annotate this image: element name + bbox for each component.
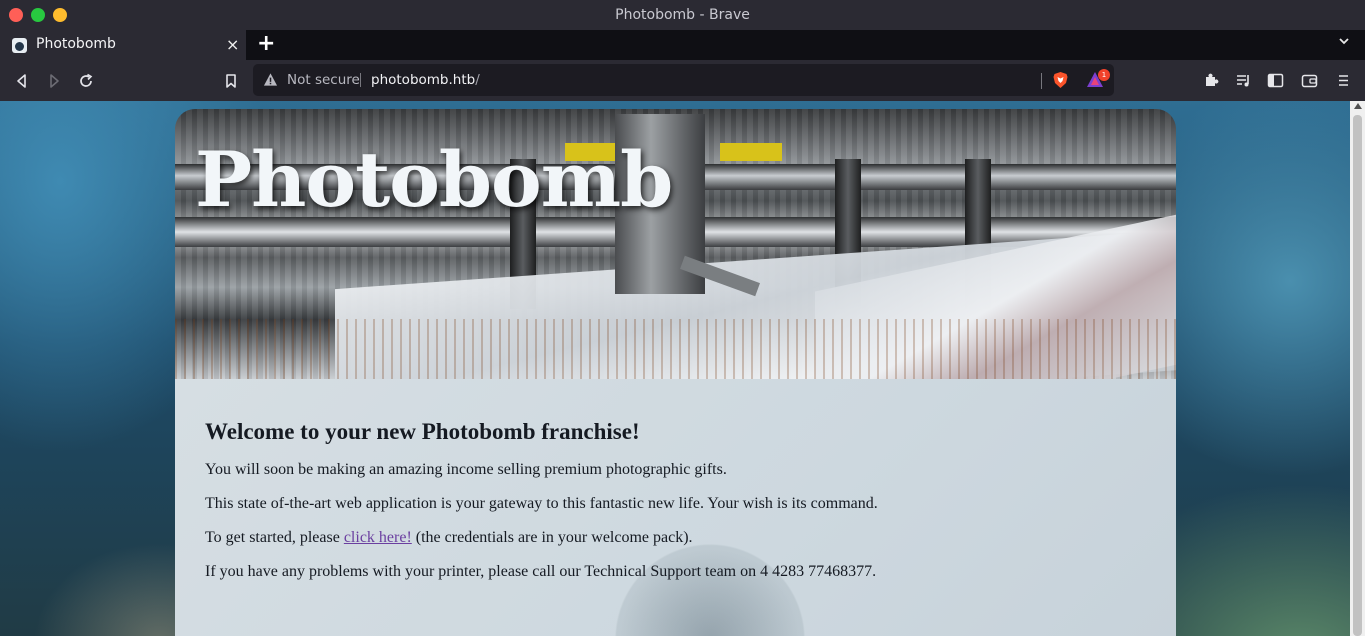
menu-hamburger-icon[interactable] bbox=[1335, 72, 1352, 89]
url-host: photobomb.htb bbox=[371, 72, 476, 88]
sidebar-toggle-icon[interactable] bbox=[1267, 72, 1284, 89]
tab-photobomb[interactable]: Photobomb × bbox=[0, 30, 246, 60]
tab-search-chevron-icon[interactable] bbox=[1338, 35, 1350, 51]
tab-strip: Photobomb × + bbox=[0, 30, 1365, 60]
get-started-suffix: (the credentials are in your welcome pac… bbox=[411, 529, 693, 546]
url-text[interactable]: photobomb.htb/ bbox=[371, 72, 480, 88]
page-scrollbar[interactable] bbox=[1350, 101, 1365, 636]
rewards-badge: 1 bbox=[1098, 69, 1110, 81]
wallet-icon[interactable] bbox=[1301, 72, 1318, 89]
get-started-paragraph: To get started, please click here! (the … bbox=[205, 529, 1145, 547]
scroll-up-arrow-icon[interactable] bbox=[1354, 103, 1362, 109]
browser-toolbar: Not secure photobomb.htb/ 1 bbox=[0, 60, 1365, 101]
banner-sticker bbox=[720, 143, 782, 161]
url-path: / bbox=[475, 72, 480, 88]
new-tab-button[interactable]: + bbox=[257, 31, 275, 56]
gateway-paragraph: This state of-the-art web application is… bbox=[205, 495, 878, 512]
page-viewport: Photobomb Welcome to your new Photobomb … bbox=[0, 101, 1350, 636]
welcome-panel: Welcome to your new Photobomb franchise!… bbox=[175, 379, 1176, 636]
playlist-icon[interactable] bbox=[1235, 72, 1252, 89]
click-here-link[interactable]: click here! bbox=[344, 529, 412, 546]
scrollbar-thumb[interactable] bbox=[1353, 115, 1362, 636]
forward-icon[interactable] bbox=[44, 71, 64, 91]
tab-close-icon[interactable]: × bbox=[226, 35, 239, 54]
banner-image: Photobomb bbox=[175, 109, 1176, 442]
support-paragraph: If you have any problems with your print… bbox=[205, 563, 877, 580]
bookmark-icon[interactable] bbox=[221, 71, 241, 91]
welcome-content: Welcome to your new Photobomb franchise!… bbox=[205, 419, 1145, 597]
window-titlebar: Photobomb - Brave bbox=[0, 0, 1365, 30]
back-icon[interactable] bbox=[12, 71, 32, 91]
not-secure-warning-icon[interactable] bbox=[263, 72, 278, 87]
brave-shields-icon[interactable] bbox=[1052, 71, 1069, 89]
reload-icon[interactable] bbox=[76, 71, 96, 91]
security-status-label[interactable]: Not secure bbox=[287, 72, 360, 88]
site-title: Photobomb bbox=[195, 135, 673, 224]
welcome-heading: Welcome to your new Photobomb franchise! bbox=[205, 419, 640, 444]
page-container: Photobomb Welcome to your new Photobomb … bbox=[175, 109, 1176, 636]
window-title: Photobomb - Brave bbox=[615, 7, 750, 23]
intro-paragraph: You will soon be making an amazing incom… bbox=[205, 461, 727, 478]
get-started-prefix: To get started, please bbox=[205, 529, 344, 546]
tab-favicon-icon bbox=[12, 38, 27, 53]
tab-title: Photobomb bbox=[36, 36, 116, 52]
url-divider bbox=[360, 73, 361, 87]
banner-shadow bbox=[175, 319, 1176, 379]
extensions-puzzle-icon[interactable] bbox=[1203, 72, 1220, 89]
address-bar[interactable]: Not secure photobomb.htb/ 1 bbox=[253, 64, 1114, 96]
url-divider-right bbox=[1041, 73, 1042, 89]
